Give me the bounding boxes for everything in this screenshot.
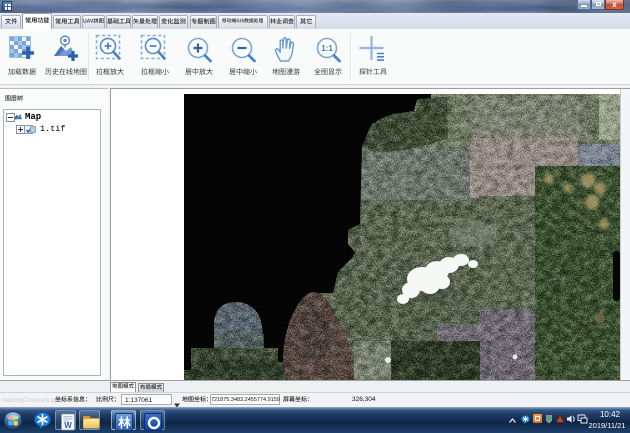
svg-text:W: W [64,421,72,430]
svg-text:1:1: 1:1 [321,44,333,53]
